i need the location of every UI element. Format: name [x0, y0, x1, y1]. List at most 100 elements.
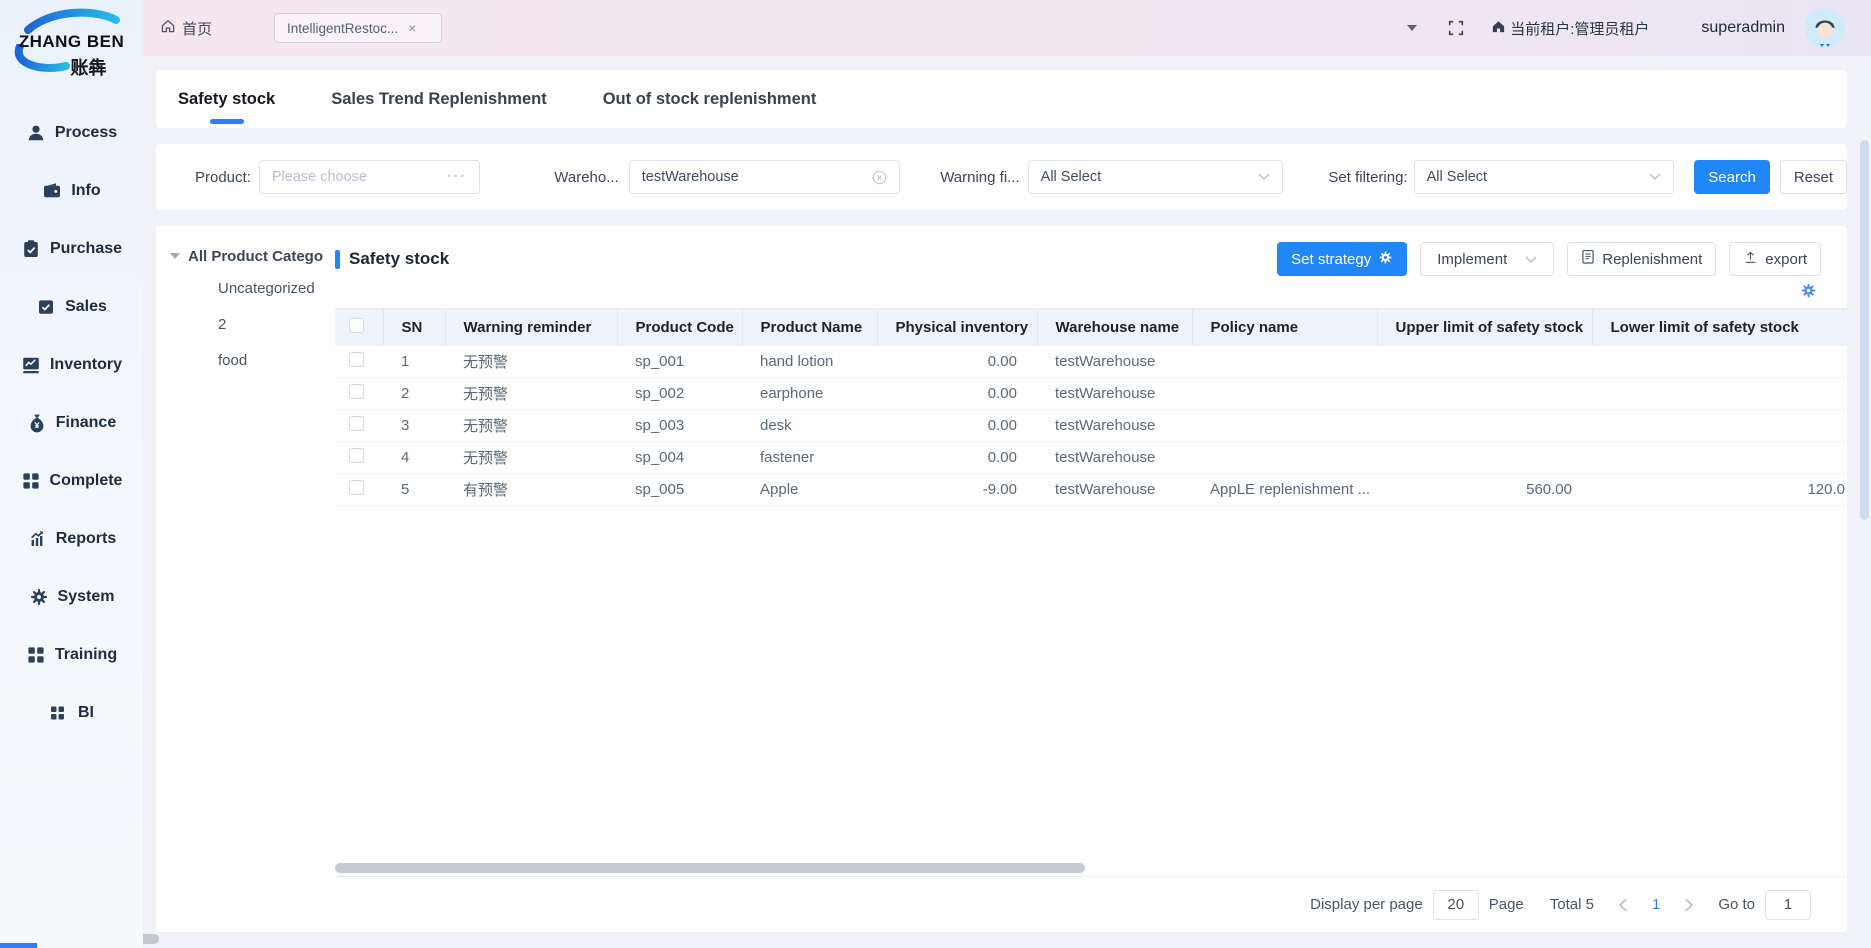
row-checkbox[interactable] [349, 416, 364, 431]
scrollbar-thumb[interactable] [335, 863, 1085, 873]
column-header-warning-reminder[interactable]: Warning reminder [445, 309, 617, 346]
close-icon[interactable]: × [408, 20, 416, 36]
tab-safety-stock[interactable]: Safety stock [178, 90, 275, 109]
cell-lower-limit: 120.0 [1592, 474, 1847, 506]
cell-policy [1192, 442, 1377, 474]
sidebar-item-label: Training [55, 646, 117, 664]
safety-stock-table: SN Warning reminder Product Code Product… [335, 308, 1847, 506]
table-row: 3 无预警 sp_003 desk 0.00 testWarehouse [335, 410, 1847, 442]
tree-root-all-product-categories[interactable]: All Product Catego [156, 242, 335, 270]
warehouse-input[interactable]: testWarehouse [629, 160, 900, 194]
table-empty-area [335, 506, 1847, 862]
cell-warehouse: testWarehouse [1037, 378, 1192, 410]
category-tree: All Product Catego Uncategorized 2 food [156, 226, 335, 932]
sidebar-item-label: Complete [50, 472, 123, 490]
implement-button[interactable]: Implement [1420, 242, 1554, 276]
chevron-down-icon [1649, 173, 1661, 181]
sidebar-item-label: Process [55, 124, 117, 142]
row-checkbox[interactable] [349, 480, 364, 495]
column-header-lower-limit[interactable]: Lower limit of safety stock [1592, 309, 1847, 346]
warning-filter-select[interactable]: All Select [1028, 160, 1284, 194]
clear-icon[interactable] [872, 170, 887, 185]
sidebar-item-process[interactable]: Process [0, 104, 143, 162]
goto-label: Go to [1718, 896, 1755, 913]
sidebar-item-complete[interactable]: Complete [0, 452, 143, 510]
sidebar-item-info[interactable]: Info [0, 162, 143, 220]
cell-lower-limit [1592, 410, 1847, 442]
set-strategy-button[interactable]: Set strategy [1277, 242, 1407, 276]
next-page-icon[interactable] [1684, 898, 1694, 912]
sidebar-item-label: Sales [65, 298, 107, 316]
sidebar-item-inventory[interactable]: Inventory [0, 336, 143, 394]
page-tabs: Safety stock Sales Trend Replenishment O… [156, 70, 1847, 128]
sidebar: ZHANG BEN 账犇 Process Info Purchase Sales [0, 0, 143, 948]
cell-upper-limit [1377, 378, 1592, 410]
table-row: 5 有预警 sp_005 Apple -9.00 testWarehouse A… [335, 474, 1847, 506]
set-filtering-label: Set filtering: [1328, 169, 1407, 186]
grid-icon [49, 703, 69, 723]
per-page-input[interactable]: 20 [1433, 890, 1479, 920]
username[interactable]: superadmin [1701, 19, 1785, 37]
tab-sales-trend-replenishment[interactable]: Sales Trend Replenishment [331, 90, 546, 109]
column-header-product-code[interactable]: Product Code [617, 309, 742, 346]
tree-root-label: All Product Catego [188, 248, 323, 265]
row-checkbox[interactable] [349, 384, 364, 399]
goto-page-input[interactable]: 1 [1765, 890, 1811, 920]
cell-warning: 无预警 [445, 346, 617, 378]
sidebar-item-bi[interactable]: BI [0, 684, 143, 742]
sidebar-item-training[interactable]: Training [0, 626, 143, 684]
select-all-checkbox[interactable] [349, 318, 364, 333]
prev-page-icon[interactable] [1618, 898, 1628, 912]
warehouse-label: Wareho... [554, 169, 618, 186]
column-header-sn[interactable]: SN [383, 309, 445, 346]
replenishment-button[interactable]: Replenishment [1567, 242, 1716, 276]
cell-lower-limit [1592, 442, 1847, 474]
tree-item-food[interactable]: food [156, 342, 335, 378]
pagination-bar: Display per page 20 Page Total 5 1 Go to… [335, 876, 1847, 932]
home-breadcrumb[interactable]: 首页 [160, 18, 212, 39]
export-button[interactable]: export [1729, 242, 1821, 276]
ellipsis-icon[interactable]: ··· [447, 169, 468, 185]
sidebar-item-purchase[interactable]: Purchase [0, 220, 143, 278]
tenant-indicator[interactable]: 当前租户:管理员租户 [1491, 18, 1649, 39]
cell-warehouse: testWarehouse [1037, 442, 1192, 474]
wallet-icon [42, 181, 62, 201]
open-page-tab[interactable]: IntelligentRestoc... × [274, 13, 442, 43]
tree-item-uncategorized[interactable]: Uncategorized [156, 270, 335, 306]
row-checkbox[interactable] [349, 448, 364, 463]
tree-item-2[interactable]: 2 [156, 306, 335, 342]
column-header-upper-limit[interactable]: Upper limit of safety stock [1377, 309, 1592, 346]
table-row: 1 无预警 sp_001 hand lotion 0.00 testWareho… [335, 346, 1847, 378]
reset-button[interactable]: Reset [1780, 160, 1847, 194]
main-area: Safety stock Sales Trend Replenishment O… [143, 56, 1871, 948]
avatar[interactable] [1805, 8, 1845, 48]
product-input[interactable]: Please choose ··· [259, 160, 480, 194]
warehouse-value: testWarehouse [642, 169, 739, 185]
search-button[interactable]: Search [1694, 160, 1770, 194]
cell-lower-limit [1592, 378, 1847, 410]
sidebar-item-system[interactable]: System [0, 568, 143, 626]
column-header-policy-name[interactable]: Policy name [1192, 309, 1377, 346]
page-vertical-scrollbar-thumb[interactable] [1860, 140, 1869, 520]
sidebar-item-sales[interactable]: Sales [0, 278, 143, 336]
row-checkbox[interactable] [349, 352, 364, 367]
open-page-tab-label: IntelligentRestoc... [287, 21, 398, 36]
set-filtering-select[interactable]: All Select [1414, 160, 1675, 194]
cell-physical-inventory: 0.00 [877, 346, 1037, 378]
column-header-warehouse-name[interactable]: Warehouse name [1037, 309, 1192, 346]
sidebar-item-reports[interactable]: Reports [0, 510, 143, 568]
column-settings-gear-icon[interactable] [1800, 282, 1817, 304]
trend-chart-icon [27, 529, 47, 549]
column-header-product-name[interactable]: Product Name [742, 309, 877, 346]
cell-policy [1192, 410, 1377, 442]
grid-icon [26, 645, 46, 665]
implement-label: Implement [1437, 251, 1507, 268]
chevron-down-icon[interactable] [1407, 25, 1417, 31]
current-page[interactable]: 1 [1652, 896, 1660, 913]
fullscreen-icon[interactable] [1447, 19, 1465, 37]
export-label: export [1765, 251, 1807, 268]
money-bag-icon [27, 413, 47, 433]
sidebar-item-finance[interactable]: Finance [0, 394, 143, 452]
column-header-physical-inventory[interactable]: Physical inventory [877, 309, 1037, 346]
tab-out-of-stock-replenishment[interactable]: Out of stock replenishment [603, 90, 817, 109]
